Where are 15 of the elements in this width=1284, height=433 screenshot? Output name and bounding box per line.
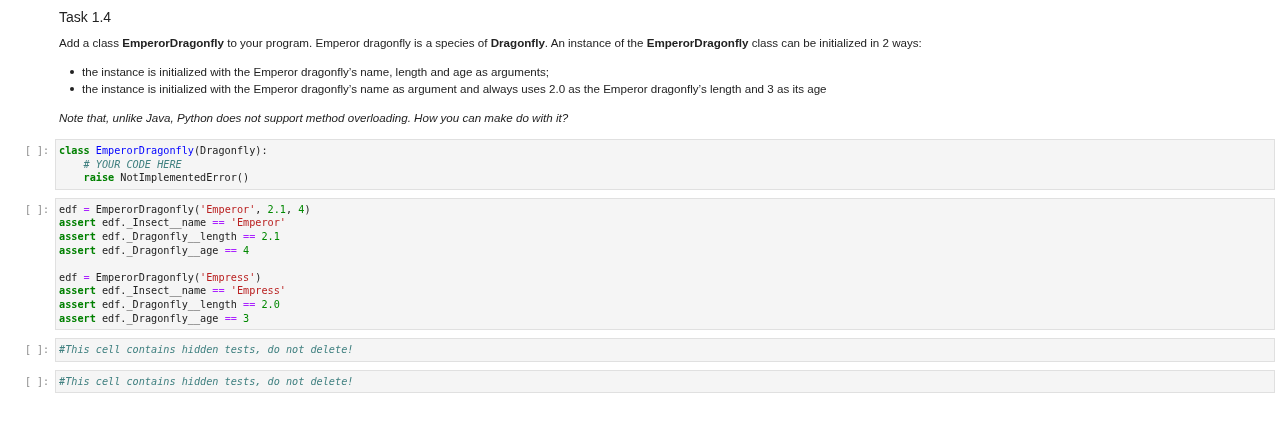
code-cell[interactable]: edf = EmperorDragonfly('Emperor', 2.1, 4) assert edf._Insect__name == 'Emperor' assert edf._Dragonfly__length == 2.1 assert edf._Dragonfly__age == 4 edf = EmperorDragonfly('Empress') assert edf._Insect__name == 'Empress' assert edf._Dragonfly__length == 2.0 assert edf._Dragonfly__age == 3 [55, 197, 1275, 331]
task-description: Add a class EmperorDragonfly to your program. Emperor dragonfly is a species of Dragonfly. An instance of the EmperorDragonfly class can be initialized in 2 ways: [59, 36, 923, 49]
bullet-text: the instance is initialized with the Emperor dragonfly’s name as argument and always uses 2.0 as the Emperor dragonfly’s length and 3 as its age [82, 81, 827, 97]
code-cell[interactable]: #This cell contains hidden tests, do not delete! [55, 338, 1275, 362]
task-note: Note that, unlike Java, Python does not support method overloading. How you can make do with it? [59, 111, 570, 124]
code-cell[interactable]: #This cell contains hidden tests, do not delete! [55, 369, 1275, 394]
bullet-text: the instance is initialized with the Emperor dragonfly’s name, length and age as arguments; [82, 64, 550, 80]
cell-prompt: [ ]: [25, 374, 50, 387]
cell-prompt: [ ]: [25, 202, 50, 215]
code-cell[interactable]: class EmperorDragonfly(Dragonfly): # YOUR CODE HERE raise NotImplementedError() [55, 139, 1275, 190]
bullet-icon [70, 86, 74, 91]
bullet-icon [70, 69, 74, 74]
cell-prompt: [ ]: [25, 343, 50, 356]
cell-prompt: [ ]: [25, 144, 50, 156]
task-heading: Task 1.4 [59, 8, 113, 25]
